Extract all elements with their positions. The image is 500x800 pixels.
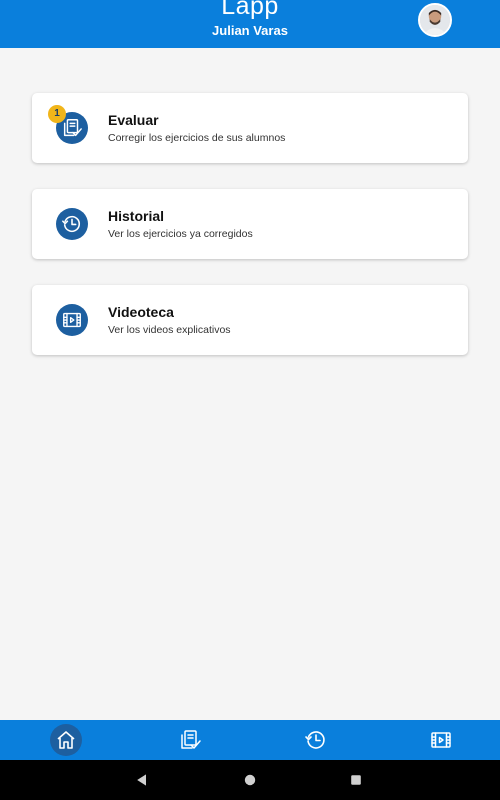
history-icon [305,731,325,749]
main-content: 1 Evaluar Corregir los ejercicios de sus… [0,48,500,720]
home-icon [57,731,75,749]
nav-evaluar[interactable] [174,724,206,756]
back-icon[interactable] [132,770,152,790]
card-videoteca[interactable]: Videoteca Ver los videos explicativos [32,285,468,355]
card-subtitle: Ver los videos explicativos [108,324,231,336]
card-title: Historial [108,208,165,224]
card-historial[interactable]: Historial Ver los ejercicios ya corregid… [32,189,468,259]
bottom-nav [0,720,500,760]
nav-home[interactable] [50,724,82,756]
profile-photo-icon [420,5,450,35]
history-icon [56,208,88,240]
notification-badge: 1 [48,105,66,123]
video-library-icon [56,304,88,336]
card-title: Evaluar [108,112,159,128]
system-nav-bar [0,760,500,800]
home-circle-icon[interactable] [240,770,260,790]
avatar[interactable] [418,3,452,37]
evaluate-icon [181,730,201,749]
card-title: Videoteca [108,304,174,320]
card-subtitle: Corregir los ejercicios de sus alumnos [108,132,286,144]
app-header: Lapp Julian Varas [0,0,500,48]
nav-historial[interactable] [300,724,332,756]
card-subtitle: Ver los ejercicios ya corregidos [108,228,253,240]
nav-videoteca[interactable] [425,724,457,756]
recents-icon[interactable] [346,770,366,790]
card-evaluar[interactable]: 1 Evaluar Corregir los ejercicios de sus… [32,93,468,163]
video-library-icon [431,732,451,748]
